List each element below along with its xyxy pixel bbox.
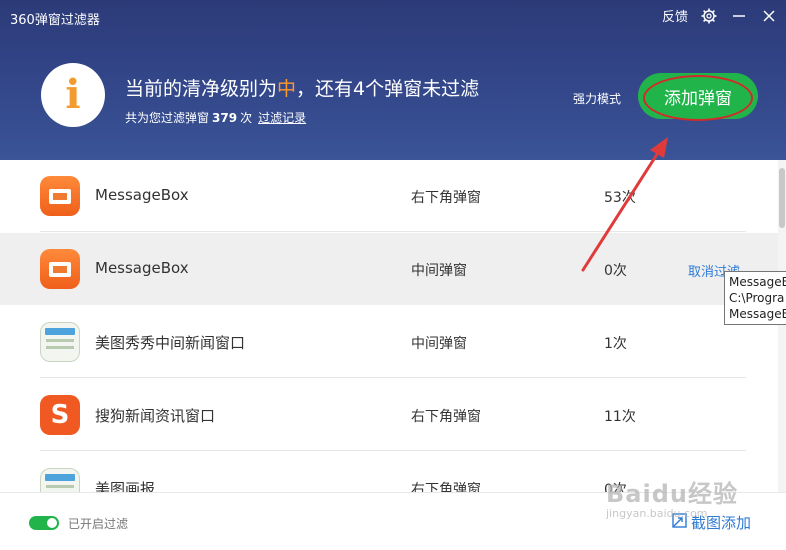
tooltip-line: MessageB: [729, 275, 786, 289]
popup-type: 右下角弹窗: [411, 482, 481, 492]
status-subtitle: 共为您过滤弹窗 379 次过滤记录: [125, 109, 306, 126]
strong-mode-link[interactable]: 强力模式: [573, 90, 621, 107]
filter-history-link[interactable]: 过滤记录: [258, 111, 306, 125]
status-title-prefix: 当前的清净级别为: [125, 78, 278, 100]
row-divider: [40, 231, 746, 232]
meitu-news-icon: [40, 468, 80, 492]
popup-name: MessageBox: [95, 186, 189, 204]
popup-name: 美图秀秀中间新闻窗口: [95, 334, 246, 352]
status-title-suffix: ，还有4个弹窗未过滤: [296, 78, 480, 100]
tooltip-line: C:\Progra: [729, 291, 785, 305]
popup-type: 中间弹窗: [411, 336, 467, 352]
filter-status-label: 已开启过滤: [68, 517, 129, 531]
list-item[interactable]: MessageBox 右下角弹窗 53次: [0, 160, 778, 232]
header: 360弹窗过滤器 反馈 i 当前的清净级别为中，还有4个弹窗未过滤 共为您过滤弹…: [0, 0, 786, 160]
popup-count: 1次: [604, 336, 627, 352]
filtered-unit: 次: [240, 111, 253, 125]
minimize-icon[interactable]: [730, 7, 748, 25]
list-item[interactable]: 美图秀秀中间新闻窗口 中间弹窗 1次: [0, 306, 778, 378]
sogou-icon: S: [40, 395, 80, 435]
message-box-icon: [40, 176, 80, 216]
info-glyph: i: [65, 71, 81, 118]
list-item[interactable]: S 搜狗新闻资讯窗口 右下角弹窗 11次: [0, 379, 778, 451]
screenshot-add-label: 截图添加: [691, 514, 752, 532]
footer: 已开启过滤 截图添加: [0, 492, 786, 550]
popup-count: 11次: [604, 409, 636, 425]
list-item[interactable]: MessageBox 中间弹窗 0次 取消过滤: [0, 233, 778, 305]
popup-name: 搜狗新闻资讯窗口: [95, 407, 216, 425]
toggle-knob: [47, 518, 57, 528]
feedback-link[interactable]: 反馈: [662, 6, 688, 25]
filter-toggle[interactable]: [29, 516, 59, 530]
window-controls: 反馈: [662, 6, 778, 25]
popup-name: MessageBox: [95, 259, 189, 277]
row-divider: [40, 377, 746, 378]
close-icon[interactable]: [760, 7, 778, 25]
add-popup-button[interactable]: 添加弹窗: [638, 73, 758, 119]
app-title: 360弹窗过滤器: [10, 13, 100, 28]
clean-level: 中: [277, 78, 297, 100]
popup-count: 0次: [604, 482, 627, 492]
info-icon: i: [41, 63, 105, 127]
popup-name: 美图画报: [95, 480, 156, 492]
row-divider: [40, 450, 746, 451]
popup-count: 0次: [604, 263, 627, 279]
popup-count: 53次: [604, 190, 636, 206]
status-title: 当前的清净级别为中，还有4个弹窗未过滤: [125, 74, 479, 101]
filtered-label: 共为您过滤弹窗: [125, 111, 210, 125]
tooltip: MessageB C:\Progra MessageB: [724, 271, 786, 325]
message-box-icon: [40, 249, 80, 289]
list-scrollbar[interactable]: [778, 160, 786, 492]
popup-type: 中间弹窗: [411, 263, 467, 279]
tooltip-line: MessageB: [729, 307, 786, 321]
popup-list: MessageBox 右下角弹窗 53次 MessageBox 中间弹窗 0次 …: [0, 160, 778, 492]
list-item[interactable]: 美图画报 右下角弹窗 0次: [0, 452, 778, 492]
filtered-count: 379: [212, 111, 238, 125]
gear-icon[interactable]: [700, 7, 718, 25]
screenshot-icon: [672, 513, 687, 532]
scrollbar-thumb[interactable]: [779, 168, 785, 228]
popup-type: 右下角弹窗: [411, 409, 481, 425]
popup-type: 右下角弹窗: [411, 190, 481, 206]
screenshot-add-link[interactable]: 截图添加: [672, 512, 751, 533]
meitu-news-icon: [40, 322, 80, 362]
